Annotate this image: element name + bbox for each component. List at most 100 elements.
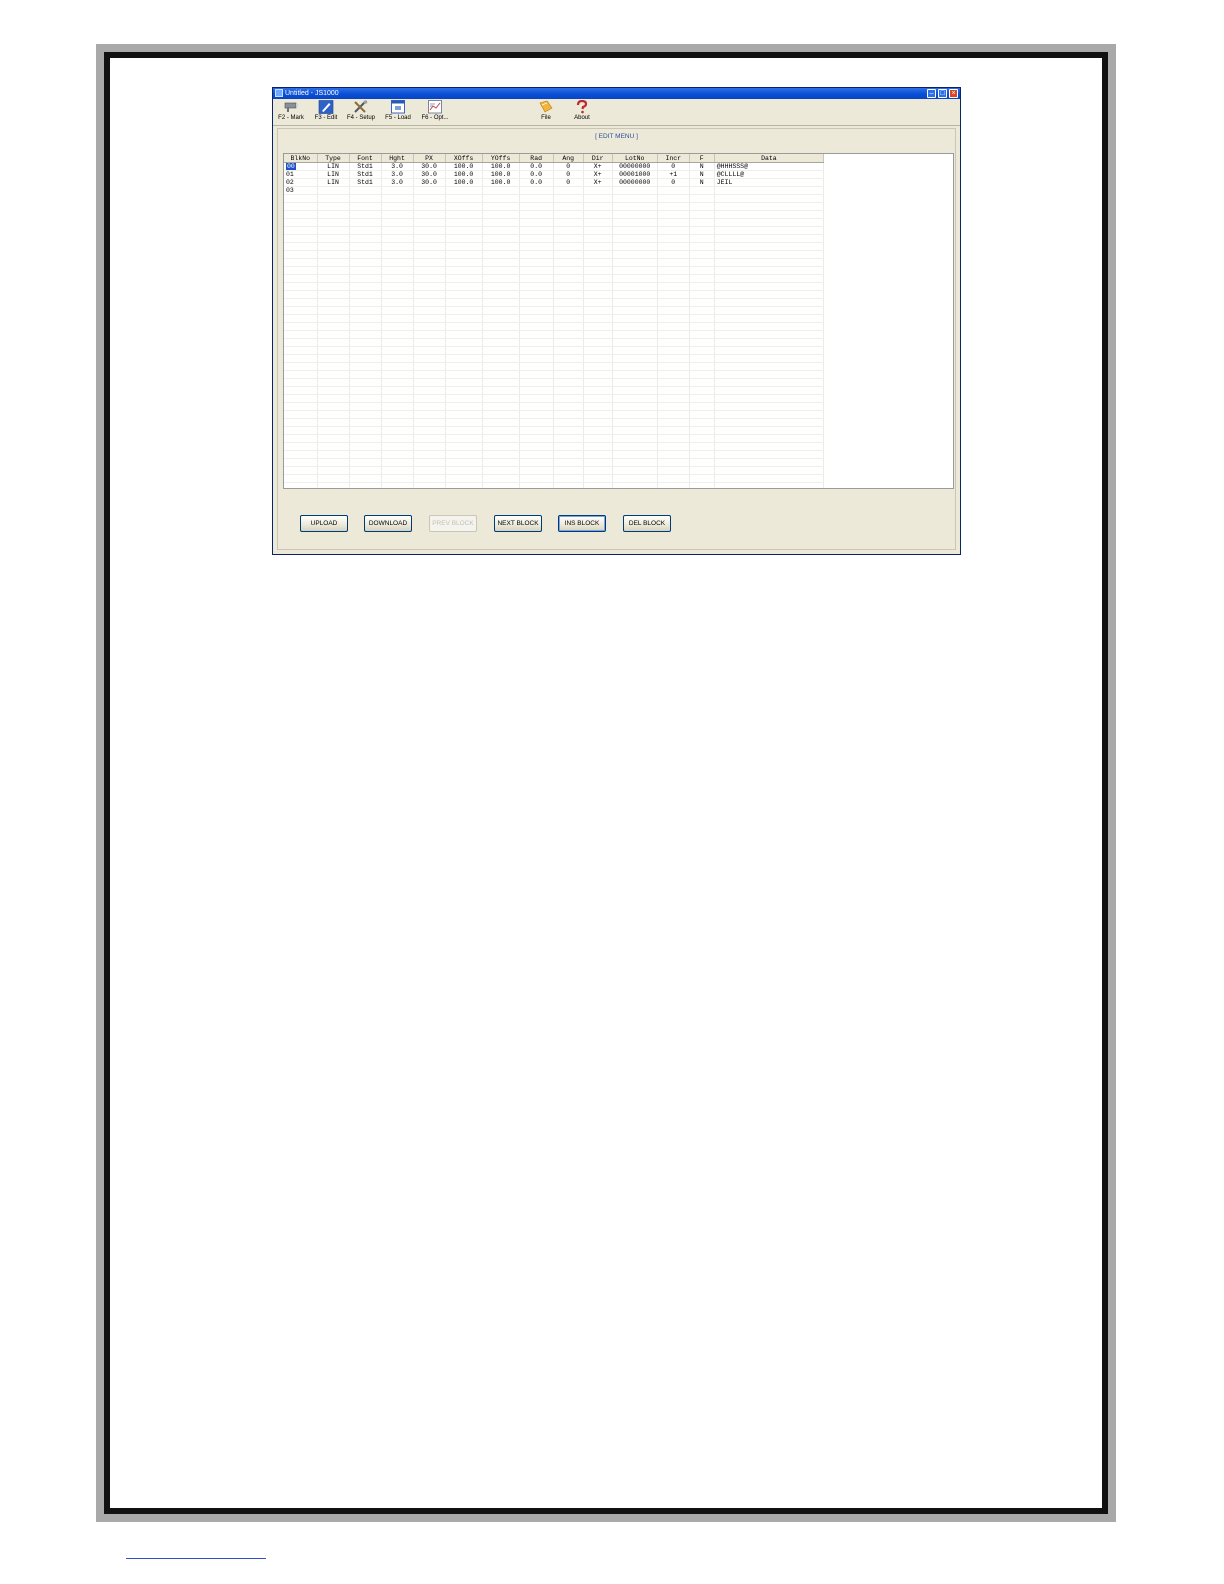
table-row[interactable] — [284, 210, 825, 219]
grid-cell[interactable] — [612, 202, 658, 211]
grid-cell[interactable] — [519, 426, 554, 435]
grid-cell[interactable] — [349, 386, 382, 395]
grid-cell[interactable] — [583, 442, 613, 451]
grid-cell[interactable] — [381, 466, 414, 475]
grid-cell[interactable] — [413, 442, 446, 451]
table-row[interactable] — [284, 266, 825, 275]
grid-cell[interactable] — [445, 282, 483, 291]
grid-cell[interactable] — [553, 458, 584, 467]
table-row[interactable] — [284, 290, 825, 299]
grid-cell[interactable] — [612, 442, 658, 451]
grid-cell[interactable] — [445, 234, 483, 243]
grid-cell[interactable] — [657, 210, 690, 219]
grid-cell[interactable] — [349, 242, 382, 251]
grid-cell[interactable] — [482, 322, 520, 331]
grid-cell[interactable] — [519, 458, 554, 467]
grid-cell[interactable] — [714, 298, 825, 307]
grid-cell[interactable] — [519, 282, 554, 291]
close-button[interactable]: × — [949, 89, 958, 98]
grid-cell[interactable] — [553, 242, 584, 251]
grid-cell[interactable] — [349, 290, 382, 299]
grid-cell[interactable] — [413, 482, 446, 488]
grid-cell[interactable] — [482, 218, 520, 227]
grid-cell[interactable] — [445, 434, 483, 443]
grid-cell[interactable] — [689, 250, 715, 259]
grid-cell[interactable] — [445, 218, 483, 227]
grid-cell[interactable] — [519, 306, 554, 315]
grid-cell[interactable] — [317, 426, 350, 435]
grid-cell[interactable] — [583, 450, 613, 459]
grid-cell[interactable] — [689, 434, 715, 443]
grid-cell[interactable] — [519, 378, 554, 387]
grid-cell[interactable] — [689, 266, 715, 275]
grid-cell[interactable] — [519, 258, 554, 267]
grid-cell[interactable] — [349, 202, 382, 211]
grid-cell[interactable] — [381, 362, 414, 371]
grid-cell[interactable]: 0.0 — [519, 162, 554, 171]
grid-cell[interactable] — [381, 442, 414, 451]
grid-cell[interactable] — [445, 202, 483, 211]
grid-cell[interactable] — [284, 298, 318, 307]
grid-cell[interactable] — [413, 378, 446, 387]
grid-cell[interactable] — [482, 186, 520, 195]
grid-cell[interactable] — [445, 442, 483, 451]
download-button[interactable]: DOWNLOAD — [364, 515, 412, 532]
grid-cell[interactable] — [482, 234, 520, 243]
grid-cell[interactable]: 30.0 — [413, 170, 446, 179]
grid-cell[interactable] — [657, 466, 690, 475]
grid-cell[interactable] — [583, 338, 613, 347]
table-row[interactable] — [284, 442, 825, 451]
grid-cell[interactable] — [445, 354, 483, 363]
grid-cell[interactable] — [657, 242, 690, 251]
grid-cell[interactable]: Std1 — [349, 162, 382, 171]
grid-cell[interactable] — [381, 218, 414, 227]
grid-cell[interactable] — [689, 330, 715, 339]
grid-cell[interactable] — [284, 482, 318, 488]
grid-cell[interactable] — [413, 354, 446, 363]
grid-cell[interactable] — [714, 322, 825, 331]
grid-cell[interactable] — [714, 346, 825, 355]
grid-cell[interactable] — [482, 306, 520, 315]
grid-cell[interactable] — [583, 274, 613, 283]
table-row[interactable] — [284, 194, 825, 203]
grid-cell[interactable] — [482, 474, 520, 483]
grid-cell[interactable] — [519, 402, 554, 411]
grid-cell[interactable] — [583, 202, 613, 211]
toolbar-about-button[interactable]: About — [569, 100, 595, 124]
grid-cell[interactable]: LIN — [317, 162, 350, 171]
grid-cell[interactable] — [284, 314, 318, 323]
grid-cell[interactable] — [553, 202, 584, 211]
grid-cell[interactable] — [317, 346, 350, 355]
grid-cell[interactable] — [689, 194, 715, 203]
grid-cell[interactable] — [349, 354, 382, 363]
grid-cell[interactable] — [284, 274, 318, 283]
grid-cell[interactable] — [482, 354, 520, 363]
grid-cell[interactable] — [553, 442, 584, 451]
grid-cell[interactable] — [317, 394, 350, 403]
grid-cell[interactable] — [413, 394, 446, 403]
grid-cell[interactable] — [612, 386, 658, 395]
grid-cell[interactable]: 0 — [553, 178, 584, 187]
grid-cell[interactable] — [612, 482, 658, 488]
grid-cell[interactable] — [349, 418, 382, 427]
grid-cell[interactable] — [349, 426, 382, 435]
grid-cell[interactable] — [381, 226, 414, 235]
grid-cell[interactable] — [445, 330, 483, 339]
grid-cell[interactable] — [612, 410, 658, 419]
grid-cell[interactable] — [317, 450, 350, 459]
grid-cell[interactable] — [413, 258, 446, 267]
grid-cell[interactable] — [381, 386, 414, 395]
grid-cell[interactable] — [349, 442, 382, 451]
grid-cell[interactable] — [612, 274, 658, 283]
grid-cell[interactable] — [519, 482, 554, 488]
grid-cell[interactable]: N — [689, 178, 715, 187]
grid-cell[interactable] — [612, 314, 658, 323]
table-row[interactable] — [284, 402, 825, 411]
grid-cell[interactable] — [657, 402, 690, 411]
grid-cell[interactable] — [413, 410, 446, 419]
grid-cell[interactable] — [714, 354, 825, 363]
grid-cell[interactable] — [714, 394, 825, 403]
grid-cell[interactable] — [714, 226, 825, 235]
grid-cell[interactable] — [413, 266, 446, 275]
table-row[interactable] — [284, 338, 825, 347]
